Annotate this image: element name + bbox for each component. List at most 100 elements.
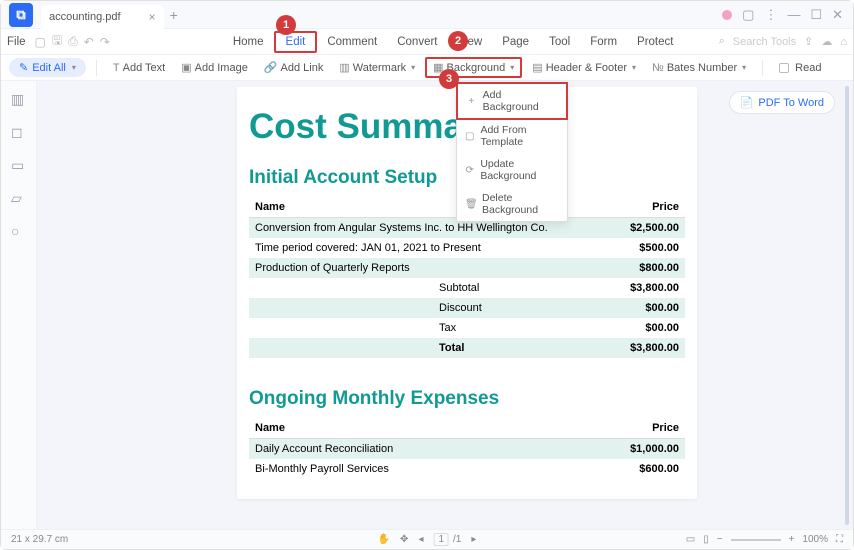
- menu-file[interactable]: File: [7, 36, 26, 48]
- next-page-icon[interactable]: ▸: [471, 534, 476, 545]
- bates-button[interactable]: №Bates Number▾: [646, 60, 752, 76]
- document-canvas[interactable]: Cost Summary Initial Account Setup NameP…: [37, 81, 853, 529]
- open-icon[interactable]: ▢: [35, 35, 46, 49]
- fullscreen-icon[interactable]: ⛶: [836, 534, 843, 545]
- close-icon[interactable]: ×: [149, 10, 156, 24]
- update-background-item[interactable]: ⟳Update Background: [457, 153, 567, 187]
- label: Add Link: [281, 62, 324, 74]
- menubar: File ▢ 🖫 ⎙ ↶ ↷ Home Edit Comment Convert…: [1, 29, 853, 55]
- fit-icon[interactable]: ▭: [686, 534, 695, 545]
- label: Header & Footer: [546, 62, 627, 74]
- prev-page-icon[interactable]: ◂: [418, 534, 423, 545]
- page-dimensions: 21 x 29.7 cm: [11, 534, 68, 545]
- template-icon: ▢: [465, 131, 474, 142]
- share-icon[interactable]: ⇪: [804, 35, 813, 48]
- col-price: Price: [612, 197, 685, 218]
- label: PDF To Word: [758, 97, 824, 109]
- maximize-icon[interactable]: ☐: [810, 7, 822, 23]
- undo-icon[interactable]: ↶: [84, 35, 94, 49]
- notification-icon[interactable]: ▢: [742, 7, 754, 23]
- page-indicator[interactable]: 1 /1: [433, 533, 461, 546]
- discount-row: Discount$00.00: [249, 298, 685, 318]
- table-row: Time period covered: JAN 01, 2021 to Pre…: [249, 238, 685, 258]
- read-button[interactable]: Read: [773, 60, 827, 76]
- table-expenses: NamePrice Daily Account Reconciliation$1…: [249, 418, 685, 479]
- edit-all-label: Edit All: [32, 62, 66, 74]
- add-text-button[interactable]: TAdd Text: [107, 60, 171, 76]
- scrollbar[interactable]: [845, 86, 849, 525]
- hand-icon[interactable]: ✋: [378, 534, 390, 545]
- refresh-icon: ⟳: [465, 165, 474, 176]
- menu-tool[interactable]: Tool: [539, 33, 580, 51]
- convert-icon: 📄: [740, 96, 754, 109]
- pdf-to-word-button[interactable]: 📄 PDF To Word: [729, 91, 835, 114]
- label: Add From Template: [480, 124, 559, 148]
- sidebar-left: ▥ ◻ ▭ ▱ ○: [1, 81, 37, 529]
- menu-home[interactable]: Home: [223, 33, 274, 51]
- callout-3: 3: [439, 69, 459, 89]
- label: Add Background: [483, 89, 558, 113]
- separator: [762, 60, 763, 76]
- label: Read: [795, 62, 821, 74]
- layout-icon[interactable]: ▯: [703, 534, 709, 545]
- search-tools-input[interactable]: Search Tools: [733, 36, 796, 48]
- link-icon: 🔗: [264, 61, 278, 74]
- add-image-button[interactable]: ▣Add Image: [175, 59, 254, 76]
- add-background-item[interactable]: +Add Background: [456, 82, 568, 120]
- tax-row: Tax$00.00: [249, 318, 685, 338]
- checkbox-icon: [779, 63, 789, 73]
- tab-document[interactable]: accounting.pdf ×: [41, 5, 164, 29]
- thumbnails-icon[interactable]: ▥: [11, 91, 26, 106]
- zoom-slider[interactable]: [731, 539, 781, 541]
- titlebar: ⧉ accounting.pdf × + ▢ ⋮ — ☐ ✕: [1, 1, 853, 29]
- bookmark-icon[interactable]: ◻: [11, 124, 26, 139]
- watermark-icon: ▥: [339, 61, 349, 74]
- label: Delete Background: [482, 192, 559, 216]
- minimize-icon[interactable]: —: [787, 7, 800, 22]
- image-icon: ▣: [181, 61, 191, 74]
- menu-page[interactable]: Page: [492, 33, 539, 51]
- add-tab-button[interactable]: +: [170, 7, 178, 23]
- toolbar: ✎ Edit All ▾ TAdd Text ▣Add Image 🔗Add L…: [1, 55, 853, 81]
- move-icon[interactable]: ✥: [400, 534, 408, 545]
- search-icon[interactable]: ⌕: [719, 35, 725, 48]
- delete-background-item[interactable]: 🗑 Delete Background: [457, 187, 567, 221]
- label: Add Text: [123, 62, 166, 74]
- menu-convert[interactable]: Convert: [387, 33, 447, 51]
- callout-2: 2: [448, 31, 468, 51]
- user-avatar[interactable]: [722, 10, 732, 20]
- close-window-icon[interactable]: ✕: [832, 7, 843, 23]
- menu-protect[interactable]: Protect: [627, 33, 683, 51]
- redo-icon[interactable]: ↷: [100, 35, 110, 49]
- table-row: Bi-Monthly Payroll Services$600.00: [249, 459, 685, 479]
- menu-form[interactable]: Form: [580, 33, 627, 51]
- search-panel-icon[interactable]: ○: [11, 223, 26, 238]
- more-icon[interactable]: ⋮: [764, 7, 777, 23]
- print-icon[interactable]: ⎙: [68, 34, 78, 49]
- zoom-in-icon[interactable]: +: [789, 534, 795, 545]
- background-dropdown: +Add Background ▢ Add From Template ⟳Upda…: [456, 82, 568, 222]
- layers-icon[interactable]: ▭: [11, 157, 26, 172]
- label: Watermark: [353, 62, 406, 74]
- attachments-icon[interactable]: ▱: [11, 190, 26, 205]
- tab-label: accounting.pdf: [49, 11, 121, 23]
- separator: [96, 60, 97, 76]
- trash-icon: 🗑: [465, 199, 476, 210]
- menu-edit[interactable]: Edit: [274, 31, 318, 53]
- cloud-icon[interactable]: ☁: [821, 35, 832, 48]
- main-area: ▥ ◻ ▭ ▱ ○ Cost Summary Initial Account S…: [1, 81, 853, 529]
- chevron-down-icon: ▾: [742, 63, 746, 72]
- save-icon[interactable]: 🖫: [52, 31, 62, 52]
- settings-icon[interactable]: ⌂: [840, 36, 847, 48]
- add-from-template-item[interactable]: ▢ Add From Template: [457, 119, 567, 153]
- header-footer-button[interactable]: ▤Header & Footer▾: [526, 59, 642, 76]
- zoom-out-icon[interactable]: −: [717, 534, 723, 545]
- header-footer-icon: ▤: [532, 61, 542, 74]
- chevron-down-icon: ▾: [510, 63, 514, 72]
- table-row: Production of Quarterly Reports$800.00: [249, 258, 685, 278]
- watermark-button[interactable]: ▥Watermark▾: [333, 59, 421, 76]
- menu-comment[interactable]: Comment: [317, 33, 387, 51]
- edit-all-button[interactable]: ✎ Edit All ▾: [9, 58, 86, 77]
- add-link-button[interactable]: 🔗Add Link: [258, 59, 330, 76]
- statusbar: 21 x 29.7 cm ✋ ✥ ◂ 1 /1 ▸ ▭ ▯ − + 100% ⛶: [1, 529, 853, 549]
